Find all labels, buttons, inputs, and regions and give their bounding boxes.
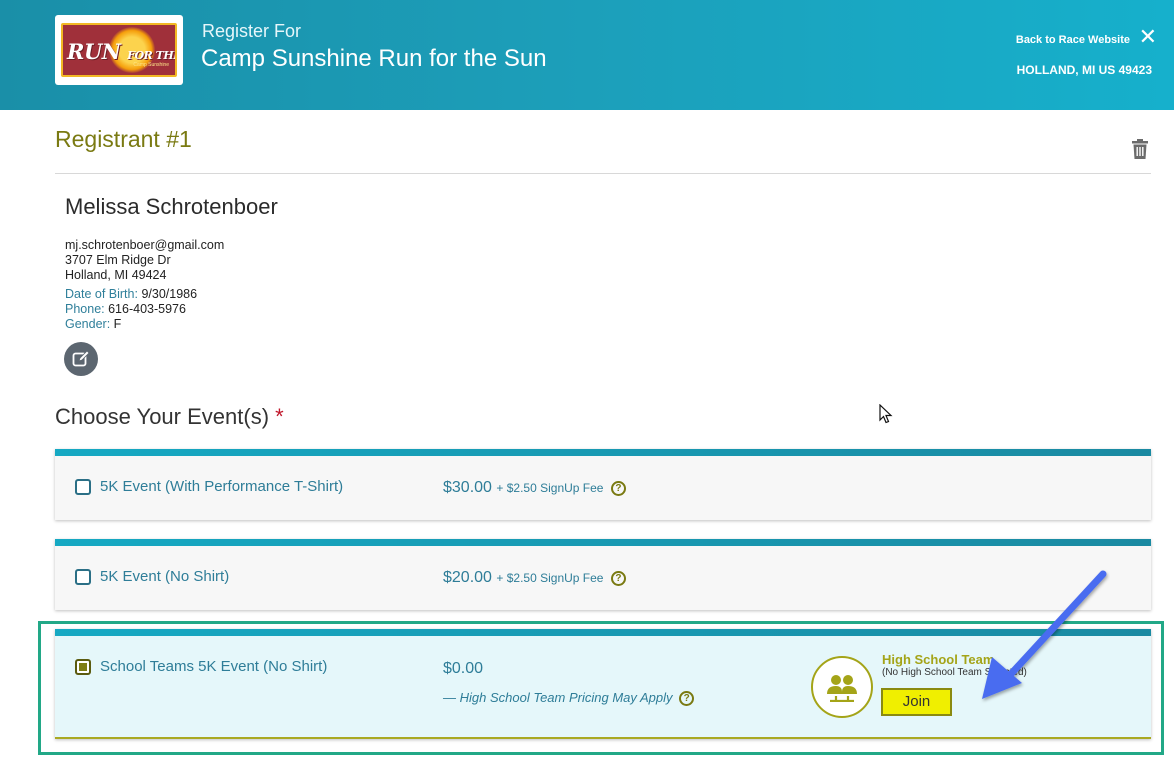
- team-pricing-note: — High School Team Pricing May Apply ?: [443, 690, 695, 706]
- team-subtitle: (No High School Team Selected): [882, 667, 1027, 678]
- team-icon-circle: [811, 656, 873, 718]
- event-price: $20.00: [443, 569, 492, 586]
- dob-label: Date of Birth:: [65, 287, 138, 301]
- event-price-row: $30.00 + $2.50 SignUp Fee ?: [443, 479, 626, 497]
- team-title: High School Team: [882, 652, 995, 667]
- registrant-name: Melissa Schrotenboer: [65, 194, 278, 219]
- gender-row: Gender: F: [65, 317, 224, 332]
- help-icon[interactable]: ?: [610, 481, 626, 496]
- event-card-5k-no-shirt[interactable]: 5K Event (No Shirt) $20.00 + $2.50 SignU…: [55, 539, 1151, 610]
- help-icon[interactable]: ?: [679, 691, 695, 706]
- race-title: Camp Sunshine Run for the Sun: [201, 45, 547, 72]
- event-card-school-teams[interactable]: School Teams 5K Event (No Shirt) $0.00 —…: [55, 629, 1151, 739]
- edit-icon: [72, 350, 90, 367]
- join-team-button[interactable]: Join: [881, 688, 952, 716]
- signup-fee: + $2.50 SignUp Fee: [496, 481, 604, 495]
- edit-registrant-button[interactable]: [64, 342, 98, 376]
- race-location: HOLLAND, MI US 49423: [1016, 63, 1152, 77]
- choose-events-title: Choose Your Event(s) *: [55, 404, 284, 430]
- signup-fee: + $2.50 SignUp Fee: [496, 571, 604, 585]
- card-top-bar: [55, 449, 1151, 456]
- event-name[interactable]: 5K Event (No Shirt): [100, 568, 229, 585]
- registrant-details: mj.schrotenboer@gmail.com 3707 Elm Ridge…: [65, 238, 224, 332]
- logo-subtext: Camp Sunshine: [133, 62, 169, 68]
- page-header: RUN FOR THE SUN Camp Sunshine Register F…: [0, 0, 1174, 110]
- race-logo[interactable]: RUN FOR THE SUN Camp Sunshine: [55, 15, 183, 85]
- users-icon: [827, 675, 857, 702]
- trash-icon[interactable]: [1131, 139, 1149, 159]
- team-pricing-note-text: — High School Team Pricing May Apply: [443, 690, 673, 705]
- register-for-label: Register For: [202, 21, 302, 41]
- event-checkbox[interactable]: [75, 479, 91, 495]
- registrant-email: mj.schrotenboer@gmail.com: [65, 238, 225, 252]
- choose-events-label: Choose Your Event(s): [55, 404, 270, 429]
- dob-row: Date of Birth: 9/30/1986: [65, 287, 224, 302]
- event-checkbox[interactable]: [75, 569, 91, 585]
- help-icon[interactable]: ?: [610, 571, 626, 586]
- gender-label: Gender:: [65, 317, 111, 331]
- dob-value: 9/30/1986: [141, 287, 198, 301]
- event-name[interactable]: 5K Event (With Performance T-Shirt): [100, 478, 343, 495]
- required-asterisk: *: [275, 404, 284, 429]
- phone-label: Phone:: [65, 302, 105, 316]
- event-card-5k-tshirt[interactable]: 5K Event (With Performance T-Shirt) $30.…: [55, 449, 1151, 520]
- close-icon[interactable]: ✕: [1139, 26, 1157, 48]
- event-price: $0.00: [443, 660, 484, 677]
- section-divider: [55, 173, 1151, 174]
- mouse-cursor-icon: [879, 404, 893, 424]
- event-price: $30.00: [443, 479, 492, 496]
- back-to-race-website-link[interactable]: Back to Race Website: [1016, 34, 1130, 46]
- phone-value: 616-403-5976: [108, 302, 186, 316]
- registrant-address-line2: Holland, MI 49424: [65, 268, 167, 282]
- event-checkbox-checked[interactable]: [75, 659, 91, 675]
- card-top-bar: [55, 629, 1151, 636]
- gender-value: F: [113, 317, 122, 331]
- event-price-row: $20.00 + $2.50 SignUp Fee ?: [443, 569, 626, 587]
- card-top-bar: [55, 539, 1151, 546]
- event-name[interactable]: School Teams 5K Event (No Shirt): [100, 658, 327, 675]
- phone-row: Phone: 616-403-5976: [65, 302, 224, 317]
- logo-wordmark: RUN FOR THE SUN: [67, 39, 177, 64]
- registrant-title: Registrant #1: [55, 126, 192, 152]
- logo-image: RUN FOR THE SUN Camp Sunshine: [61, 23, 177, 77]
- registrant-address-line1: 3707 Elm Ridge Dr: [65, 253, 171, 267]
